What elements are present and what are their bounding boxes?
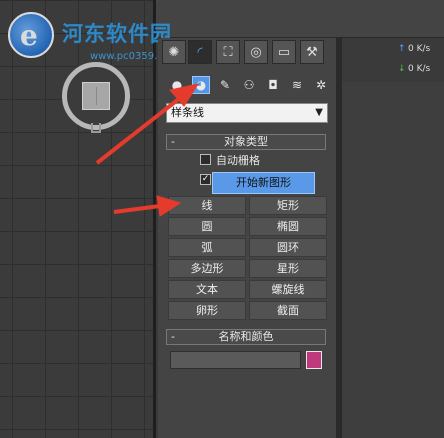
shape-button[interactable]: 矩形	[249, 196, 327, 215]
shape-button[interactable]: 圆环	[249, 238, 327, 257]
chevron-down-icon[interactable]: ▼	[315, 104, 323, 122]
viewcube[interactable]	[62, 62, 130, 133]
autogrid-label: 自动栅格	[216, 154, 260, 167]
shape-button[interactable]: 圆	[168, 217, 246, 236]
shape-button[interactable]: 多边形	[168, 259, 246, 278]
name-and-color-header[interactable]: - 名称和颜色	[166, 329, 326, 345]
category-dropdown[interactable]: 样条线 ▼	[166, 103, 328, 123]
category-dropdown-value: 样条线	[171, 106, 204, 119]
start-new-shape-button[interactable]: 开始新图形	[212, 172, 315, 194]
shape-button[interactable]: 螺旋线	[249, 280, 327, 299]
lights-icon[interactable]: ✎	[216, 76, 234, 94]
watermark-logo-icon: e	[8, 12, 54, 58]
name-and-color-title: 名称和颜色	[218, 330, 274, 343]
helpers-icon[interactable]: ◘	[264, 76, 282, 94]
viewcube-compass	[91, 123, 101, 133]
shape-button[interactable]: 弧	[168, 238, 246, 257]
download-arrow-icon: ↓	[398, 64, 406, 74]
geometry-icon[interactable]: ●	[168, 76, 186, 94]
cameras-icon[interactable]: ⚇	[240, 76, 258, 94]
utilities-icon[interactable]: ⚒	[300, 40, 324, 64]
collapse-icon[interactable]: -	[171, 330, 175, 344]
command-panel: ✺ ◜ ⛶ ◎ ▭ ⚒ ● ◕ ✎ ⚇ ◘ ≋ ✲ 样条线 ▼ - 对象类型 自…	[158, 38, 336, 438]
watermark-title: 河东软件园	[62, 22, 172, 46]
shape-button[interactable]: 截面	[249, 301, 327, 320]
object-type-header[interactable]: - 对象类型	[166, 134, 326, 150]
spacewarps-icon[interactable]: ≋	[288, 76, 306, 94]
command-panel-tabs: ✺ ◜ ⛶ ◎ ▭ ⚒	[158, 40, 336, 64]
object-name-field[interactable]	[170, 351, 301, 369]
download-stat: ↓ 0 K/s	[398, 64, 430, 74]
upload-arrow-icon: ↑	[398, 44, 406, 54]
upload-stat: ↑ 0 K/s	[398, 44, 430, 54]
download-value: 0 K/s	[408, 64, 431, 74]
object-color-swatch[interactable]	[306, 351, 322, 369]
shape-button[interactable]: 线	[168, 196, 246, 215]
motion-icon[interactable]: ◎	[244, 40, 268, 64]
object-type-title: 对象类型	[224, 135, 268, 148]
shapes-icon[interactable]: ◕	[192, 76, 210, 94]
right-dock	[342, 82, 444, 438]
modify-icon[interactable]: ◜	[188, 40, 212, 64]
network-stats: ↑ 0 K/s ↓ 0 K/s	[390, 38, 444, 82]
autogrid-checkbox[interactable]	[200, 154, 211, 165]
systems-icon[interactable]: ✲	[312, 76, 330, 94]
display-icon[interactable]: ▭	[272, 40, 296, 64]
start-new-shape-checkbox[interactable]: ✓	[200, 174, 211, 185]
shape-button[interactable]: 文本	[168, 280, 246, 299]
shape-button[interactable]: 星形	[249, 259, 327, 278]
viewcube-box[interactable]	[82, 82, 110, 110]
collapse-icon[interactable]: -	[171, 135, 175, 149]
upload-value: 0 K/s	[408, 44, 431, 54]
create-subtabs: ● ◕ ✎ ⚇ ◘ ≋ ✲	[166, 74, 336, 96]
sun-icon[interactable]: ✺	[162, 40, 186, 64]
hierarchy-icon[interactable]: ⛶	[216, 40, 240, 64]
shape-button[interactable]: 卵形	[168, 301, 246, 320]
shape-button[interactable]: 椭圆	[249, 217, 327, 236]
